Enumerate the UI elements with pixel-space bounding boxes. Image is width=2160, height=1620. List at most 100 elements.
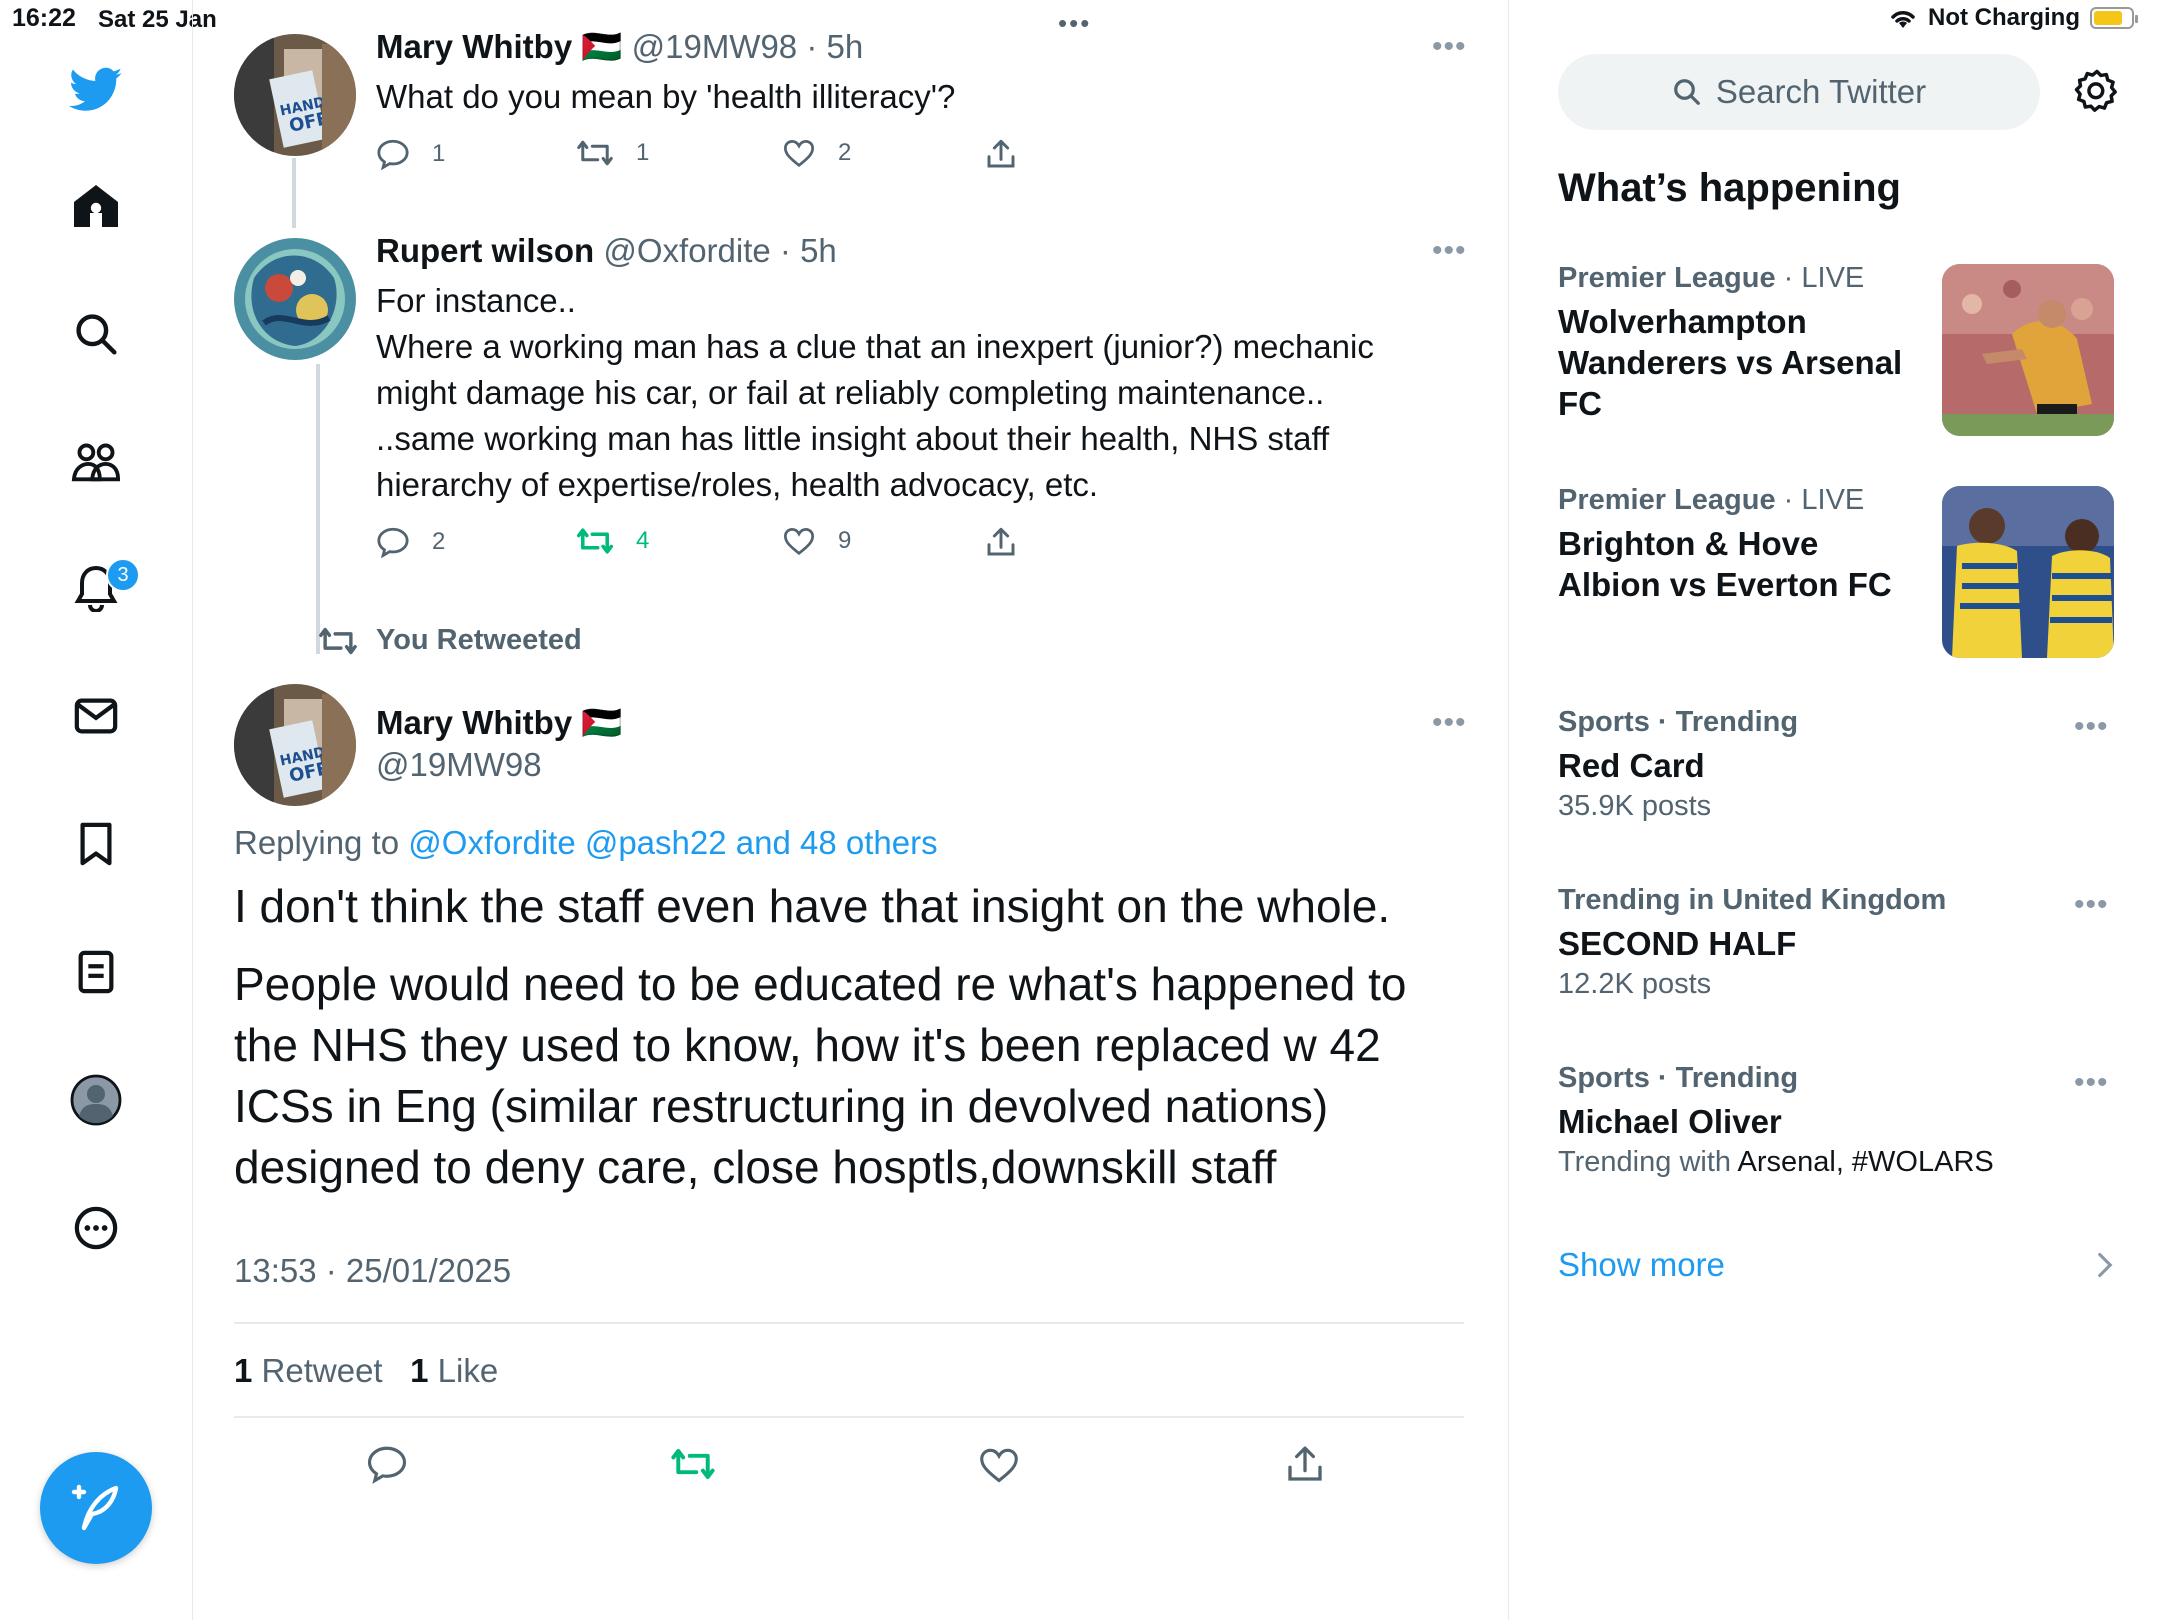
avatar[interactable]: HANDS OFF (234, 684, 356, 806)
like-count: 2 (838, 139, 852, 166)
retweet-button[interactable]: 4 (576, 526, 649, 556)
like-button[interactable]: 2 (782, 138, 851, 168)
trend-title: Red Card (1558, 747, 1705, 784)
trend-item[interactable]: Sports · Trending Michael Oliver Trendin… (1558, 1062, 2058, 1179)
retweeted-indicator: You Retweeted (318, 624, 582, 657)
trend-image[interactable] (1942, 486, 2114, 658)
tweet-line: might damage his car, or fail at reliabl… (376, 374, 1325, 411)
author-handle-time[interactable]: @Oxfordite · 5h (603, 232, 836, 269)
retweet-button[interactable] (670, 1446, 716, 1482)
retweet-icon (671, 1448, 715, 1480)
like-button[interactable] (978, 1446, 1020, 1484)
trend-more-button[interactable]: ••• (2074, 710, 2109, 744)
author-name[interactable]: Mary Whitby 🇵🇸 (376, 704, 622, 743)
twitter-logo-icon[interactable] (66, 60, 126, 120)
like-stat-label: Like (437, 1352, 499, 1389)
tweet-line: People would need to be educated re what… (234, 958, 1407, 1010)
trend-category: Premier League (1558, 262, 1776, 294)
trend-category: Premier League (1558, 484, 1776, 516)
reply-button[interactable] (366, 1444, 408, 1484)
search-placeholder: Search Twitter (1715, 73, 1927, 110)
multitasking-dots[interactable]: ••• (1058, 8, 1091, 39)
heart-icon (980, 1448, 1018, 1483)
replying-to: Replying to @Oxfordite @pash22 and 48 ot… (234, 824, 938, 862)
like-button[interactable]: 9 (782, 526, 851, 556)
trend-more-button[interactable]: ••• (2074, 1066, 2109, 1100)
retweet-icon (577, 140, 613, 166)
trend-title-line: FC (1558, 385, 1602, 422)
avatar[interactable]: HANDS OFF (234, 34, 356, 156)
trend-item[interactable]: Sports · Trending Red Card 35.9K posts (1558, 706, 2038, 823)
trend-posts: 12.2K posts (1558, 968, 1712, 1000)
trend-more-button[interactable]: ••• (2074, 888, 2109, 922)
trend-category: Sports · Trending (1558, 706, 1799, 738)
author-handle-time[interactable]: @19MW98 · 5h (632, 28, 864, 65)
tweet-line: ..same working man has little insight ab… (376, 420, 1330, 457)
bookmarks-icon[interactable] (66, 814, 126, 874)
share-button[interactable] (1286, 1444, 1324, 1484)
share-icon (987, 527, 1015, 556)
tweet-line: Where a working man has a clue that an i… (376, 328, 1374, 365)
reply-icon (377, 527, 409, 558)
more-icon[interactable] (66, 1198, 126, 1258)
settings-button[interactable] (2074, 68, 2120, 114)
thread-line (316, 364, 320, 654)
lists-icon[interactable] (66, 942, 126, 1002)
heart-icon (783, 140, 815, 168)
status-date: Sat 25 Jan (98, 6, 217, 33)
show-more-label: Show more (1558, 1246, 1725, 1283)
search-icon[interactable] (66, 304, 126, 364)
reply-count: 1 (432, 140, 446, 167)
trend-title: SECOND HALF (1558, 925, 1797, 962)
trend-posts: 35.9K posts (1558, 790, 1712, 822)
home-icon[interactable] (66, 176, 126, 236)
compose-feather-icon (71, 1484, 119, 1531)
tweet-timestamp[interactable]: 13:53 · 25/01/2025 (234, 1252, 511, 1290)
trend-title-line: Albion vs Everton FC (1558, 566, 1892, 603)
author-name[interactable]: Rupert wilson (376, 232, 594, 269)
tweet-text: What do you mean by 'health illiteracy'? (376, 78, 956, 115)
tweet-actions: 2 4 9 (376, 526, 1016, 566)
retweet-icon (576, 528, 614, 554)
share-button[interactable] (986, 526, 1016, 558)
trend-item[interactable]: Premier League · LIVE Brighton & Hove Al… (1558, 484, 1948, 605)
search-input[interactable]: Search Twitter (1558, 54, 2040, 130)
search-icon (1673, 79, 1700, 105)
retweet-button[interactable]: 1 (576, 138, 649, 168)
trend-item[interactable]: Premier League · LIVE Wolverhampton Wand… (1558, 262, 1948, 424)
author-name[interactable]: Mary Whitby 🇵🇸 (376, 28, 622, 65)
tweet-actions: 1 1 2 (376, 138, 1016, 178)
messages-icon[interactable] (66, 686, 126, 746)
likes-stat[interactable]: 1 Like (410, 1352, 498, 1389)
reply-icon (367, 1446, 407, 1484)
compose-tweet-button[interactable] (40, 1452, 152, 1564)
battery-icon (2090, 7, 2138, 29)
main-tweet-actions (234, 1444, 1464, 1494)
retweets-stat[interactable]: 1 Retweet (234, 1352, 383, 1389)
tweet-more-button[interactable]: ••• (1432, 706, 1467, 740)
avatar[interactable] (234, 238, 356, 360)
trend-with-tags: Arsenal, #WOLARS (1737, 1146, 1994, 1178)
reply-button[interactable]: 1 (376, 138, 445, 170)
tweet-text: For instance.. Where a working man has a… (376, 278, 1436, 508)
chevron-right-icon (2098, 1252, 2113, 1278)
profile-icon[interactable] (66, 1070, 126, 1130)
retweet-stat-label: Retweet (261, 1352, 383, 1389)
tweet-more-button[interactable]: ••• (1432, 234, 1467, 268)
trend-image[interactable] (1942, 264, 2114, 436)
status-time: 16:22 (12, 4, 76, 32)
share-button[interactable] (986, 138, 1016, 170)
replying-to-links[interactable]: @Oxfordite @pash22 and 48 others (408, 824, 937, 861)
communities-icon[interactable] (66, 432, 126, 492)
tweet-stats: 1 Retweet 1 Like (234, 1352, 498, 1390)
trend-item[interactable]: Trending in United Kingdom SECOND HALF 1… (1558, 884, 2038, 1001)
wifi-icon (1888, 6, 1918, 30)
thread-line (292, 158, 296, 228)
show-more-link[interactable]: Show more (1558, 1246, 2114, 1284)
tweet-more-button[interactable]: ••• (1432, 30, 1467, 64)
trend-with-prefix: Trending with (1558, 1146, 1732, 1178)
share-icon (1288, 1446, 1322, 1481)
author-handle[interactable]: @19MW98 (376, 746, 542, 784)
reply-button[interactable]: 2 (376, 526, 445, 558)
status-right: Not Charging (1888, 4, 2138, 32)
